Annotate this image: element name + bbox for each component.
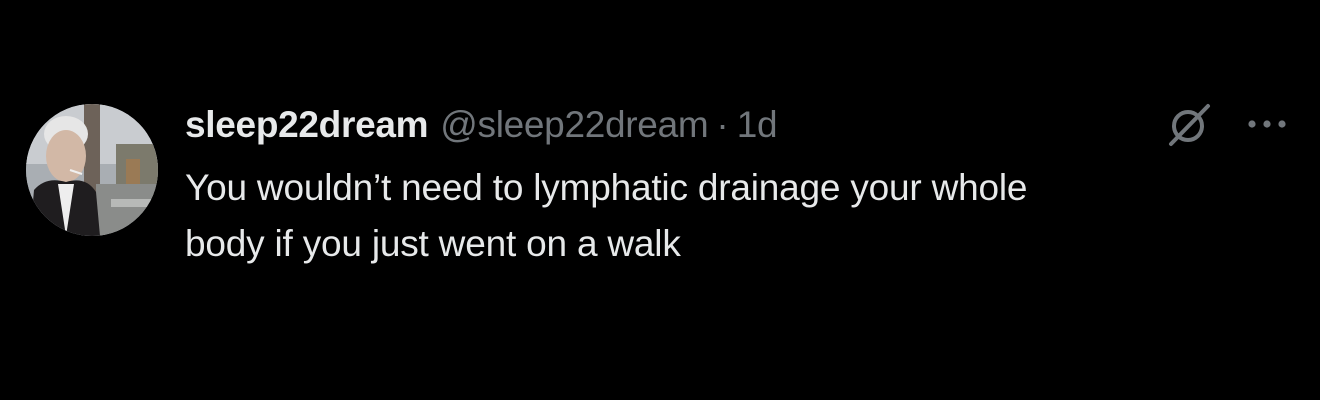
tweet-text-line-2: body if you just went on a walk	[185, 223, 681, 264]
avatar-photo	[26, 104, 158, 236]
timestamp[interactable]: 1d	[737, 104, 778, 146]
avatar[interactable]	[26, 104, 158, 236]
tweet-text: You wouldn’t need to lymphatic drainage …	[185, 160, 1285, 272]
tweet-text-line-1: You wouldn’t need to lymphatic drainage …	[185, 167, 1028, 208]
separator-dot: ·	[716, 104, 729, 145]
tweet[interactable]: sleep22dream @sleep22dream · 1d You woul…	[0, 0, 1320, 400]
more-horizontal-icon[interactable]	[1244, 112, 1290, 136]
user-handle[interactable]: @sleep22dream	[440, 104, 708, 146]
display-name[interactable]: sleep22dream	[185, 104, 429, 146]
tweet-header: sleep22dream @sleep22dream · 1d	[185, 100, 778, 150]
grok-icon[interactable]	[1164, 102, 1214, 148]
